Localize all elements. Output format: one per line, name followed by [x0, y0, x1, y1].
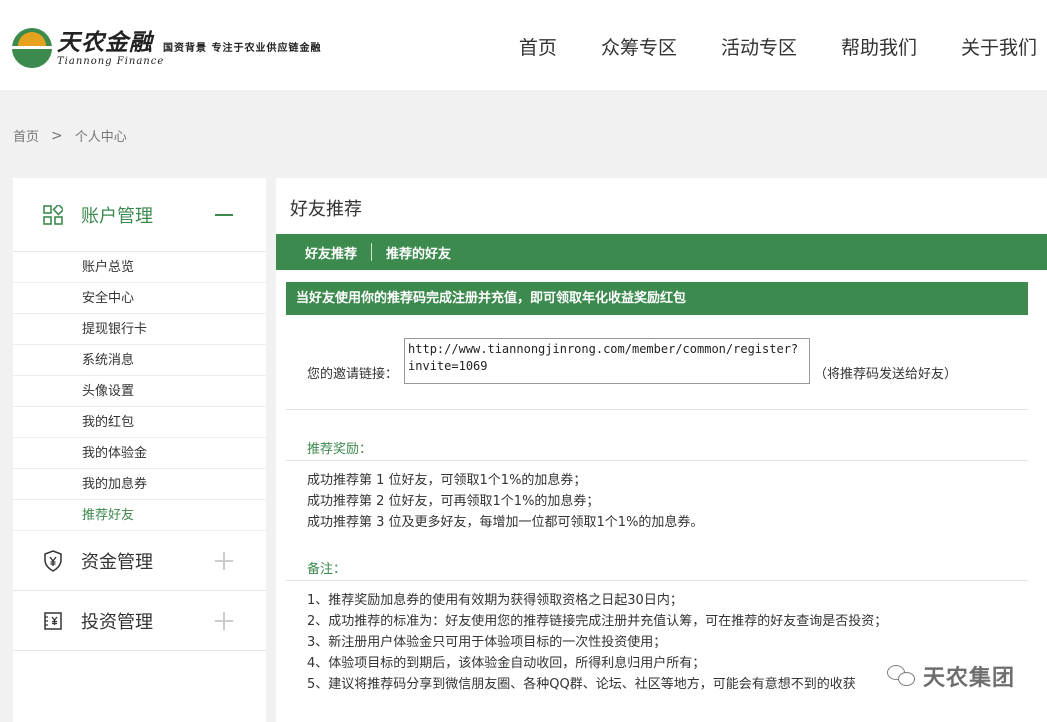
divider [286, 409, 1028, 410]
tab-referred-friends[interactable]: 推荐的好友 [372, 243, 465, 262]
divider [286, 580, 1028, 581]
notes-list: 1、推荐奖励加息券的使用有效期为获得领取资格之日起30日内； 2、成功推荐的标准… [307, 590, 887, 695]
logo-icon [12, 28, 52, 68]
sidebar-group-account[interactable]: 账户管理 [13, 178, 266, 252]
expand-icon[interactable] [214, 611, 234, 631]
watermark: 天农集团 [886, 660, 1015, 692]
logo-name-en: Tiannong Finance [57, 55, 165, 67]
note-line: 3、新注册用户体验金只可用于体验项目标的一次性投资使用； [307, 635, 667, 650]
sidebar-item-red-packets[interactable]: 我的红包 [13, 407, 266, 438]
notice-banner: 当好友使用你的推荐码完成注册并充值，即可领取年化收益奖励红包 [286, 282, 1028, 315]
reward-list: 成功推荐第 1 位好友，可领取1个1%的加息券； 成功推荐第 2 位好友，可再领… [307, 470, 703, 533]
invite-link-field[interactable]: http://www.tiannongjinrong.com/member/co… [404, 338, 811, 384]
invite-row: 您的邀请链接： http://www.tiannongjinrong.com/m… [307, 338, 957, 384]
reward-line: 成功推荐第 1 位好友，可领取1个1%的加息券； [307, 473, 587, 488]
sidebar: 账户管理 账户总览 安全中心 提现银行卡 系统消息 头像设置 我的红包 我的体验… [13, 178, 266, 722]
sidebar-item-trial-funds[interactable]: 我的体验金 [13, 438, 266, 469]
chevron-right-icon: > [51, 127, 63, 144]
logo[interactable]: 天农金融 Tiannong Finance [12, 28, 164, 68]
watermark-text: 天农集团 [922, 666, 1015, 691]
logo-name-cn: 天农金融 [57, 29, 153, 56]
sidebar-group-investment[interactable]: 投资管理 [13, 591, 266, 651]
nav-help[interactable]: 帮助我们 [841, 33, 917, 60]
reward-line: 成功推荐第 3 位及更多好友，每增加一位都可领取1个1%的加息券。 [307, 515, 704, 530]
note-line: 2、成功推荐的标准为：好友使用您的推荐链接完成注册并充值认筹，可在推荐的好友查询… [307, 614, 888, 629]
slogan: 国资背景 专注于农业供应链金融 [163, 43, 322, 54]
note-line: 4、体验项目标的到期后，该体验金自动收回，所得利息归用户所有； [307, 656, 706, 671]
invite-hint: （将推荐码发送给好友） [814, 367, 958, 382]
collapse-icon[interactable] [214, 205, 234, 225]
sidebar-group-label: 资金管理 [81, 551, 153, 573]
page-title: 好友推荐 [290, 199, 362, 220]
nav-home[interactable]: 首页 [519, 33, 557, 60]
nav-crowdfunding[interactable]: 众筹专区 [601, 33, 677, 60]
sidebar-account-list: 账户总览 安全中心 提现银行卡 系统消息 头像设置 我的红包 我的体验金 我的加… [13, 252, 266, 531]
sidebar-item-refer-friends[interactable]: 推荐好友 [13, 500, 266, 531]
ledger-icon [41, 609, 65, 633]
sidebar-item-bank-card[interactable]: 提现银行卡 [13, 314, 266, 345]
note-line: 1、推荐奖励加息券的使用有效期为获得领取资格之日起30日内； [307, 593, 683, 608]
reward-title: 推荐奖励： [307, 442, 373, 457]
breadcrumb-home[interactable]: 首页 [13, 126, 39, 145]
main-panel: 好友推荐 好友推荐 推荐的好友 当好友使用你的推荐码完成注册并充值，即可领取年化… [276, 178, 1047, 722]
notes-title: 备注： [307, 562, 347, 577]
nav-about[interactable]: 关于我们 [961, 33, 1037, 60]
sidebar-item-security[interactable]: 安全中心 [13, 283, 266, 314]
breadcrumb-current: 个人中心 [74, 130, 127, 145]
note-line: 5、建议将推荐码分享到微信朋友圈、各种QQ群、论坛、社区等地方，可能会有意想不到… [307, 677, 856, 692]
wechat-icon [886, 665, 917, 687]
tab-refer-friends[interactable]: 好友推荐 [276, 243, 371, 262]
top-nav: 首页 众筹专区 活动专区 帮助我们 关于我们 [475, 33, 1037, 60]
divider [286, 460, 1028, 461]
shield-yen-icon [41, 549, 65, 573]
grid-icon [41, 203, 65, 227]
sidebar-group-label: 投资管理 [81, 611, 153, 633]
sidebar-item-account-overview[interactable]: 账户总览 [13, 252, 266, 283]
sidebar-item-messages[interactable]: 系统消息 [13, 345, 266, 376]
invite-label: 您的邀请链接： [307, 367, 399, 382]
tab-bar: 好友推荐 推荐的好友 [276, 234, 1047, 270]
header: 天农金融 Tiannong Finance 国资背景 专注于农业供应链金融 首页… [0, 0, 1047, 90]
sidebar-group-funds[interactable]: 资金管理 [13, 531, 266, 591]
breadcrumb: 首页 > 个人中心 [13, 126, 127, 146]
expand-icon[interactable] [214, 551, 234, 571]
sidebar-item-coupons[interactable]: 我的加息券 [13, 469, 266, 500]
nav-activities[interactable]: 活动专区 [721, 33, 797, 60]
sidebar-item-avatar[interactable]: 头像设置 [13, 376, 266, 407]
reward-line: 成功推荐第 2 位好友，可再领取1个1%的加息券； [307, 494, 600, 509]
sidebar-group-label: 账户管理 [81, 205, 153, 227]
